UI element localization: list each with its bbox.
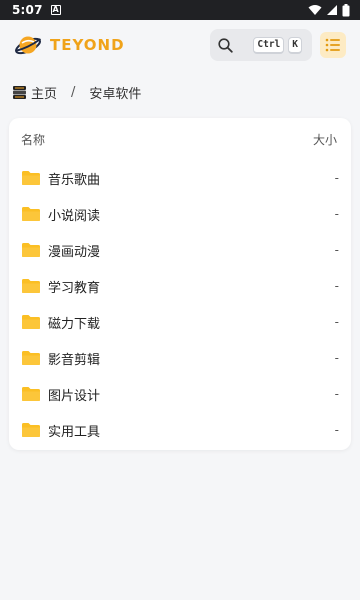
file-list-card: 名称 大小 音乐歌曲 - 小说阅读 - 漫画动漫 - 学习教育 - 磁力下载 - 影音剪辑 - 图片设计… [9, 118, 351, 450]
menu-button[interactable] [320, 32, 346, 58]
folder-icon [22, 423, 40, 437]
folder-icon [22, 207, 40, 221]
folder-icon [22, 279, 40, 293]
file-row[interactable]: 图片设计 - [9, 376, 351, 412]
file-row-size: - [334, 279, 339, 293]
folder-icon [22, 351, 40, 365]
list-menu-icon [325, 38, 340, 52]
notification-icon: A [50, 5, 61, 15]
search-icon [218, 37, 233, 53]
file-row-size: - [334, 243, 339, 257]
breadcrumb-separator: / [71, 84, 76, 100]
file-row-name: 影音剪辑 [48, 352, 101, 368]
file-list-header: 名称 大小 [9, 118, 351, 160]
kbd-k: K [288, 36, 302, 54]
wifi-icon [308, 5, 322, 15]
kbd-ctrl: Ctrl [253, 36, 285, 54]
file-row[interactable]: 磁力下载 - [9, 304, 351, 340]
top-bar: TEYOND Ctrl K [0, 20, 360, 70]
status-bar: 5:07 A [0, 0, 360, 20]
file-row-size: - [334, 315, 339, 329]
breadcrumb-home[interactable]: 主页 [31, 83, 57, 102]
file-row-size: - [334, 351, 339, 365]
file-row-name: 音乐歌曲 [48, 172, 101, 188]
battery-icon [342, 3, 350, 16]
file-row[interactable]: 影音剪辑 - [9, 340, 351, 376]
folder-icon [22, 387, 40, 401]
file-row-name: 磁力下载 [48, 316, 101, 332]
file-row-size: - [334, 423, 339, 437]
header-size[interactable]: 大小 [313, 131, 337, 148]
breadcrumb-current[interactable]: 安卓软件 [89, 83, 141, 102]
file-row-name: 学习教育 [48, 280, 101, 296]
shortcut-hint: Ctrl K [253, 36, 302, 54]
file-row-name: 实用工具 [48, 424, 101, 440]
file-row-size: - [334, 387, 339, 401]
file-row[interactable]: 漫画动漫 - [9, 232, 351, 268]
file-row[interactable]: 学习教育 - [9, 268, 351, 304]
signal-icon [327, 5, 337, 15]
status-time: 5:07 [12, 3, 43, 17]
brand-name: TEYOND [50, 36, 125, 54]
brand[interactable]: TEYOND [14, 31, 125, 59]
folder-icon [22, 171, 40, 185]
search-button[interactable]: Ctrl K [210, 29, 312, 61]
file-row-size: - [334, 207, 339, 221]
file-row[interactable]: 实用工具 - [9, 412, 351, 448]
header-name[interactable]: 名称 [21, 131, 45, 148]
folder-icon [22, 243, 40, 257]
file-row-name: 漫画动漫 [48, 244, 101, 260]
file-row-name: 小说阅读 [48, 208, 101, 224]
folder-icon [22, 315, 40, 329]
file-row-size: - [334, 171, 339, 185]
planet-logo-icon [15, 36, 42, 55]
file-row[interactable]: 音乐歌曲 - [9, 160, 351, 196]
breadcrumb: 主页 / 安卓软件 [0, 72, 360, 112]
file-row-name: 图片设计 [48, 388, 101, 404]
file-row[interactable]: 小说阅读 - [9, 196, 351, 232]
storage-icon [13, 85, 26, 99]
